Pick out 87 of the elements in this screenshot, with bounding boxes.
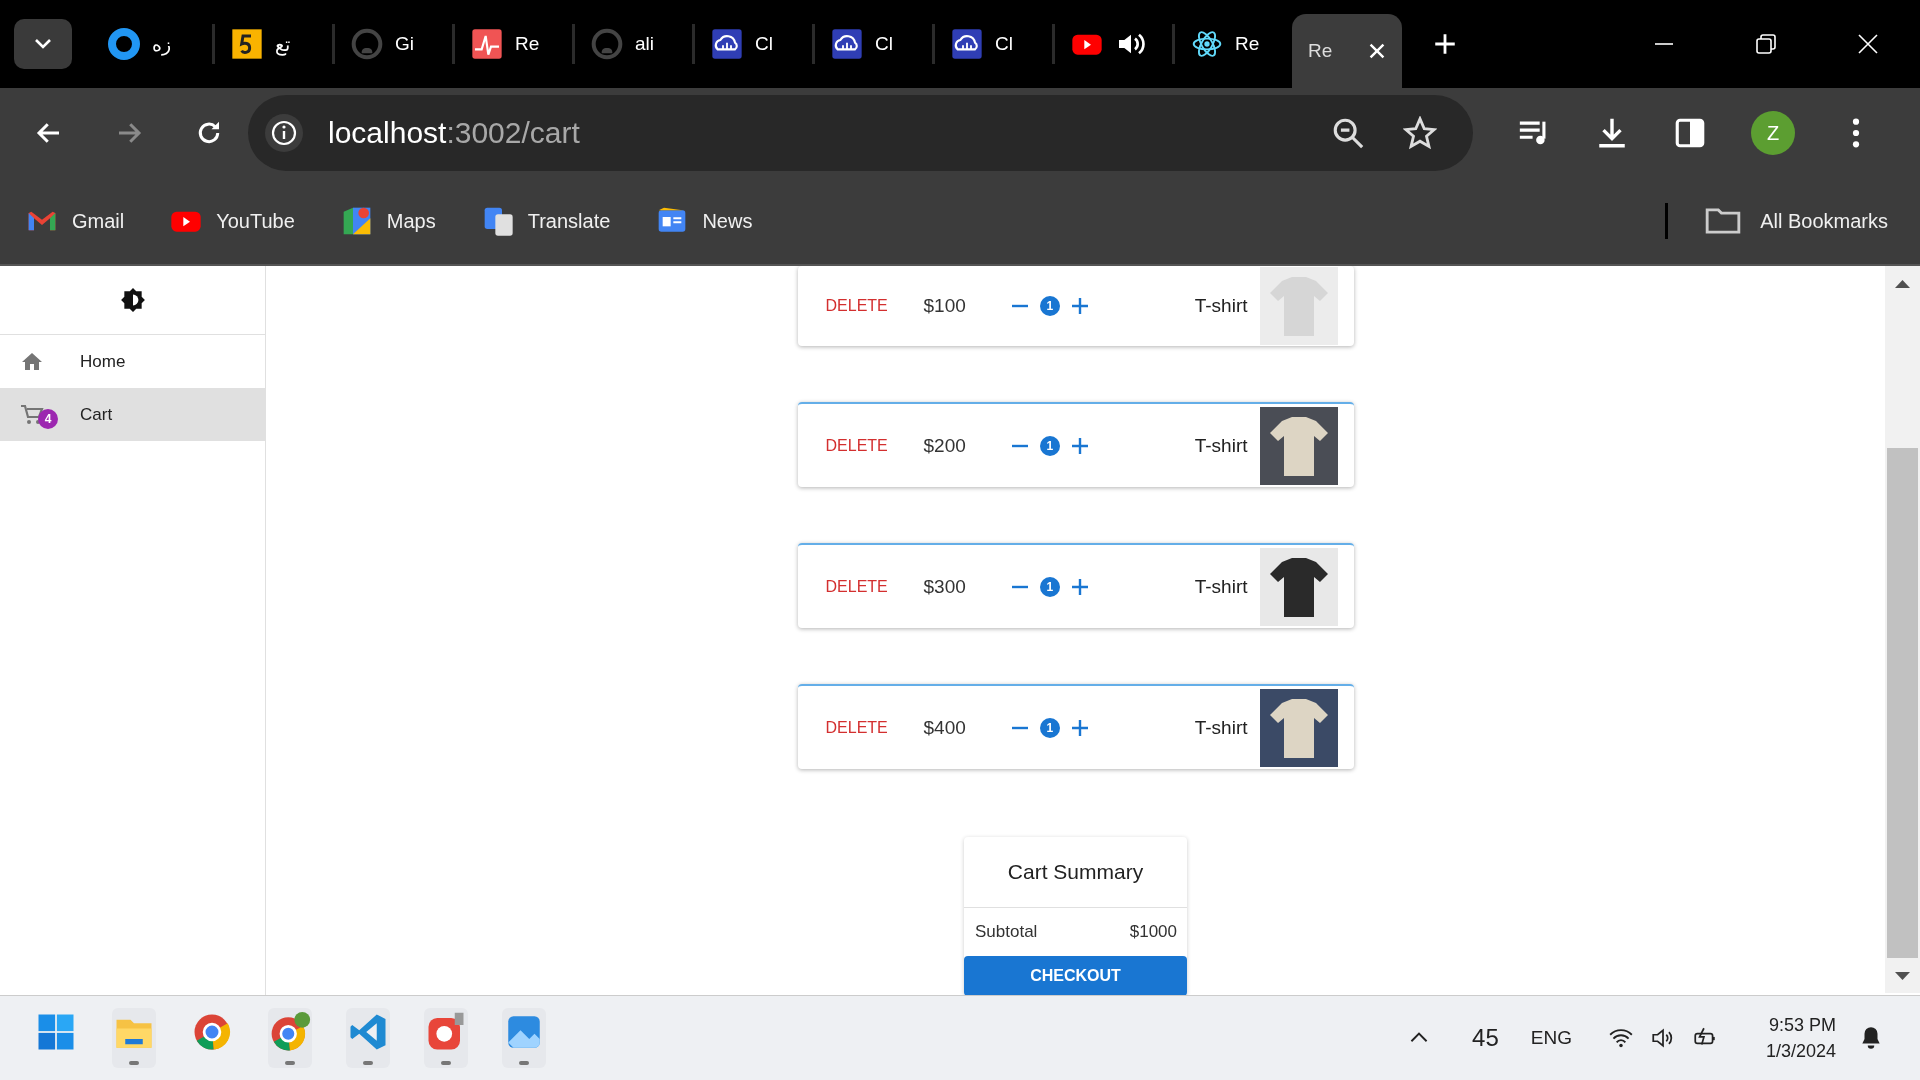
bookmark-link[interactable]: Translate xyxy=(481,205,611,237)
plus-icon[interactable] xyxy=(1069,435,1090,456)
item-price: $100 xyxy=(923,295,966,317)
close-icon[interactable] xyxy=(1856,32,1880,56)
item-name: T-shirt xyxy=(1194,716,1248,739)
cart-icon xyxy=(20,402,44,427)
browser-tab[interactable]: Cl xyxy=(692,24,812,64)
cloud-icon xyxy=(831,28,863,60)
item-price: $200 xyxy=(923,434,966,457)
tab-title: Cl xyxy=(755,33,773,55)
tab-title: Re xyxy=(1308,40,1333,62)
summary-title: Cart Summary xyxy=(964,837,1187,908)
side-panel-icon[interactable] xyxy=(1673,116,1707,150)
browser-tab[interactable]: Re xyxy=(1292,14,1402,88)
tab-title: ali xyxy=(635,33,654,55)
browser-tab[interactable]: Cl xyxy=(812,24,932,64)
cloud-icon xyxy=(951,28,983,60)
delete-button[interactable]: DELETE xyxy=(817,573,890,600)
running-indicator xyxy=(519,1061,529,1065)
item-name: T-shirt xyxy=(1194,575,1248,598)
tab-title: تع xyxy=(275,32,290,56)
restore-icon[interactable] xyxy=(1754,32,1778,56)
browser-tab[interactable]: ali xyxy=(572,24,692,64)
quantity-badge: 1 xyxy=(1039,576,1060,597)
item-name: T-shirt xyxy=(1194,295,1248,317)
new-tab-icon[interactable] xyxy=(1432,31,1458,57)
bookmark-link[interactable]: Gmail xyxy=(26,205,125,237)
quantity-badge: 1 xyxy=(1039,435,1060,456)
delete-button[interactable]: DELETE xyxy=(817,714,890,741)
zoom-out-icon[interactable] xyxy=(1331,116,1365,150)
taskbar-button[interactable] xyxy=(268,1008,312,1068)
tab-title: Cl xyxy=(875,33,893,55)
subtotal-value: $1000 xyxy=(1129,922,1177,942)
ring-icon xyxy=(108,28,140,60)
language-indicator[interactable]: ENG xyxy=(1530,1027,1572,1049)
clock-time[interactable]: 9:53 PM xyxy=(1768,1012,1836,1038)
url-text: localhost:3002/cart xyxy=(328,116,581,150)
sidebar-item[interactable]: Home xyxy=(0,335,265,388)
browser-tab[interactable]: Gi xyxy=(332,24,452,64)
taskbar-button[interactable] xyxy=(502,1008,546,1068)
browser-tab[interactable]: زه xyxy=(92,24,212,64)
item-price: $300 xyxy=(923,575,966,598)
browser-tab[interactable]: Cl xyxy=(932,24,1052,64)
quantity-badge: 1 xyxy=(1039,717,1060,738)
all-bookmarks-button[interactable]: All Bookmarks xyxy=(1704,202,1888,240)
atom-icon xyxy=(1191,28,1223,60)
clock-date[interactable]: 1/3/2024 xyxy=(1765,1038,1836,1064)
delete-button[interactable]: DELETE xyxy=(817,432,890,459)
cloud-icon xyxy=(711,28,743,60)
tab-search-button[interactable] xyxy=(14,19,72,69)
address-bar[interactable]: localhost:3002/cart xyxy=(248,95,1473,171)
bookmark-link[interactable]: YouTube xyxy=(170,205,295,237)
plus-icon[interactable] xyxy=(1069,296,1090,316)
tab-title: زه xyxy=(152,32,171,56)
tab-title: Re xyxy=(1235,33,1260,55)
sidebar-item[interactable]: 4 Cart xyxy=(0,388,265,441)
browser-tab[interactable]: Re xyxy=(452,24,572,64)
scrollbar[interactable] xyxy=(1885,266,1920,993)
plus-icon[interactable] xyxy=(1069,717,1090,738)
chart-icon xyxy=(471,28,503,60)
number-five-icon xyxy=(231,28,263,60)
running-indicator xyxy=(285,1061,295,1065)
item-name: T-shirt xyxy=(1194,434,1248,457)
plus-icon[interactable] xyxy=(1069,576,1090,597)
taskbar-button[interactable] xyxy=(424,1008,468,1068)
running-indicator xyxy=(441,1061,451,1065)
info-icon[interactable] xyxy=(264,113,304,153)
star-icon[interactable] xyxy=(1403,116,1437,150)
running-indicator xyxy=(363,1061,373,1065)
tab-title: Gi xyxy=(395,33,414,55)
checkout-button[interactable]: CHECKOUT xyxy=(964,956,1187,995)
bookmark-link[interactable]: Maps xyxy=(340,205,436,237)
quantity-badge: 1 xyxy=(1039,296,1060,316)
taskbar-button[interactable] xyxy=(346,1008,390,1068)
browser-tab[interactable]: تع xyxy=(212,24,332,64)
running-indicator xyxy=(129,1061,139,1065)
delete-button[interactable]: DELETE xyxy=(817,293,890,319)
count-badge: 4 xyxy=(38,408,58,429)
tab-title: Re xyxy=(515,33,540,55)
brightness-icon[interactable] xyxy=(119,287,146,313)
subtotal-label: Subtotal xyxy=(975,922,1038,942)
taskbar-button[interactable] xyxy=(112,1008,156,1068)
tray-count[interactable]: 45 xyxy=(1472,1024,1499,1052)
browser-icon xyxy=(269,1011,311,1053)
item-price: $400 xyxy=(923,716,966,739)
tab-title: Cl xyxy=(995,33,1013,55)
bookmark-link[interactable]: News xyxy=(656,205,753,237)
